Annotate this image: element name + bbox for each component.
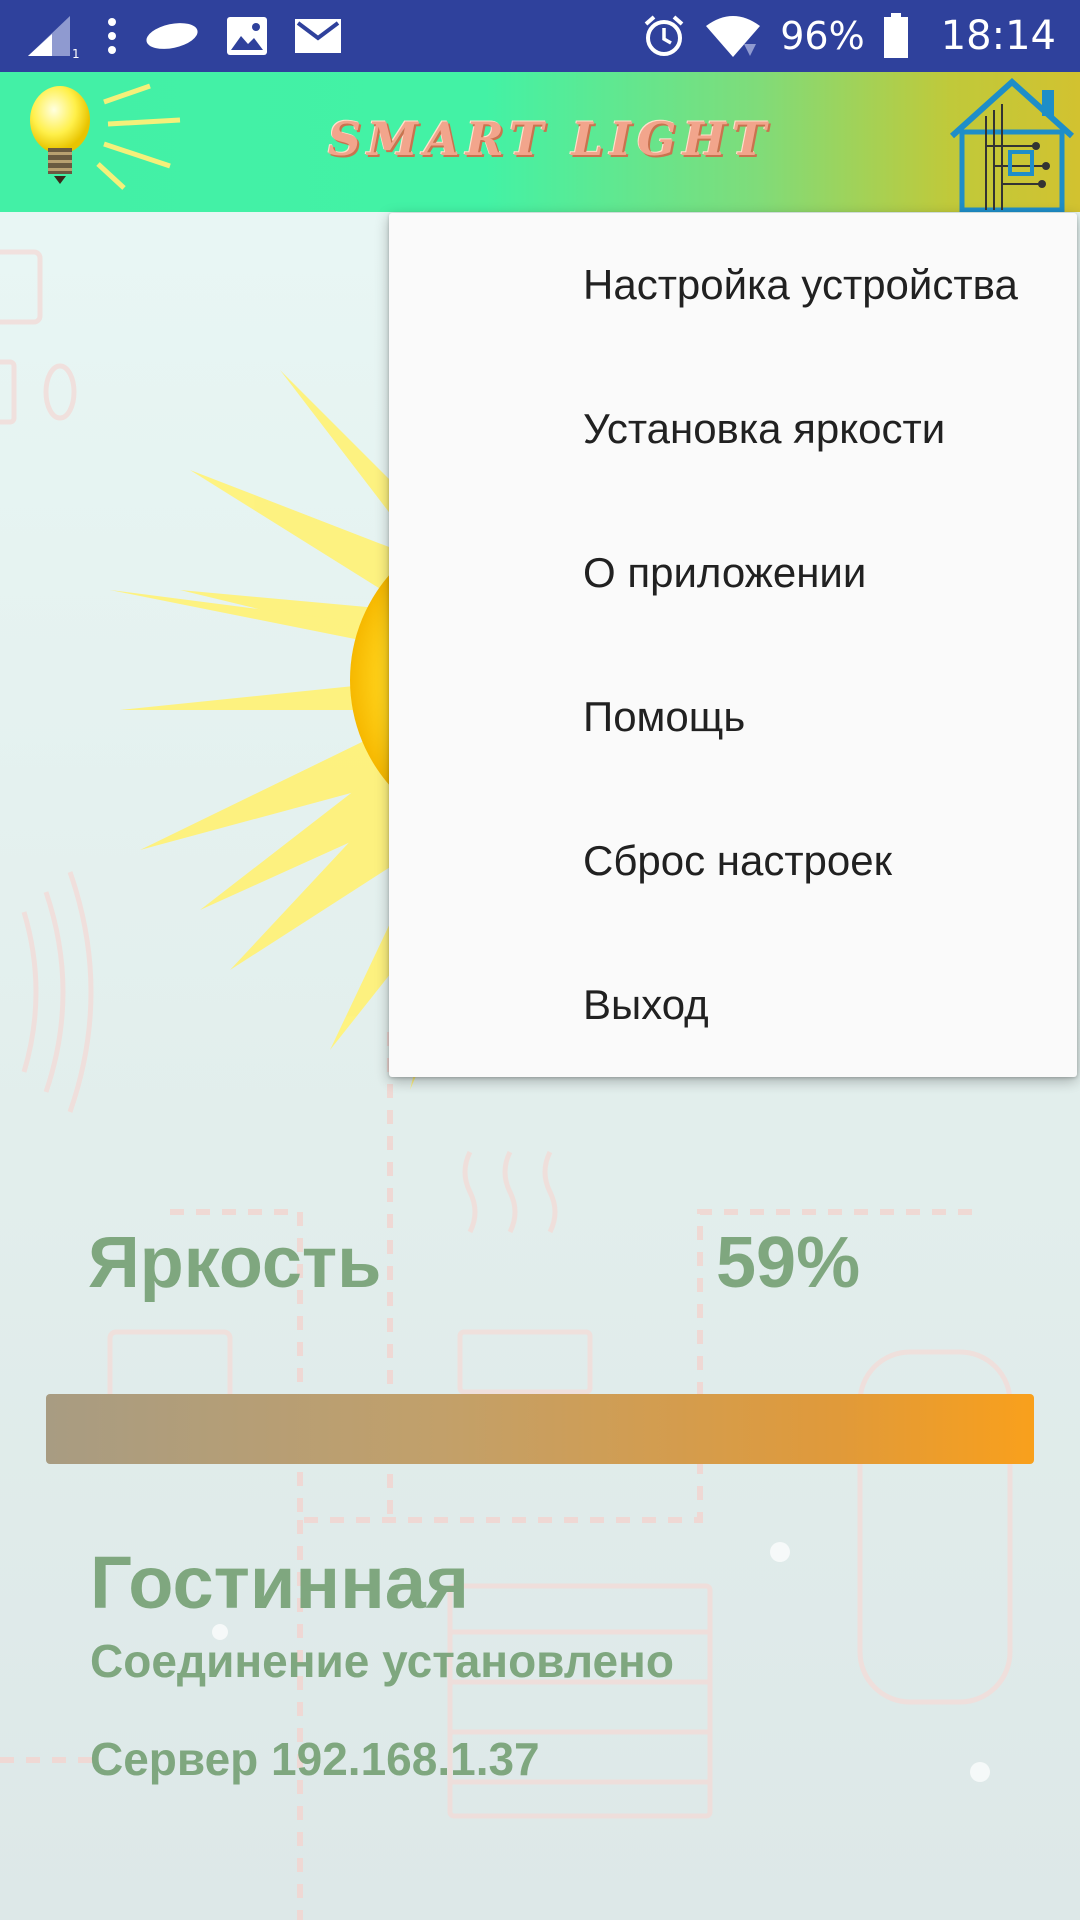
status-bar: 1 96% 18:14 — [0, 0, 1080, 72]
cloud-icon — [146, 23, 198, 49]
wifi-icon — [706, 16, 761, 57]
brightness-value: 59% — [716, 1223, 861, 1303]
svg-text:1: 1 — [72, 47, 80, 58]
clock: 18:14 — [940, 13, 1056, 59]
mail-icon — [295, 19, 341, 53]
server-info: Сервер 192.168.1.37 — [90, 1732, 540, 1786]
status-bar-left: 1 — [24, 10, 342, 62]
menu-item-help[interactable]: Помощь — [389, 645, 1077, 789]
connection-status: Соединение установлено — [90, 1635, 674, 1687]
menu-item-brightness-setup[interactable]: Установка яркости — [389, 357, 1077, 501]
app-title: SMART LIGHT — [327, 112, 773, 166]
menu-item-about[interactable]: О приложении — [389, 501, 1077, 645]
battery-icon — [883, 13, 908, 58]
menu-item-exit[interactable]: Выход — [389, 933, 1077, 1077]
overflow-menu: Настройка устройства Установка яркости О… — [389, 213, 1077, 1077]
server-ip: 192.168.1.37 — [271, 1733, 540, 1785]
app-bar: SMART LIGHT — [0, 72, 1080, 212]
server-label: Сервер — [90, 1733, 259, 1785]
menu-item-device-settings[interactable]: Настройка устройства — [389, 213, 1077, 357]
status-bar-right: 96% 18:14 — [642, 10, 1056, 62]
brightness-label: Яркость — [88, 1223, 382, 1303]
image-icon — [227, 17, 267, 55]
light-bulb-icon — [30, 83, 181, 190]
smart-house-icon — [949, 77, 1075, 212]
room-name: Гостинная — [90, 1541, 470, 1624]
battery-percent: 96% — [780, 14, 865, 58]
signal-icon: 1 — [28, 16, 80, 58]
alarm-icon — [644, 15, 684, 56]
more-vert-icon — [108, 18, 116, 54]
brightness-slider[interactable] — [46, 1394, 1034, 1464]
menu-item-reset-settings[interactable]: Сброс настроек — [389, 789, 1077, 933]
